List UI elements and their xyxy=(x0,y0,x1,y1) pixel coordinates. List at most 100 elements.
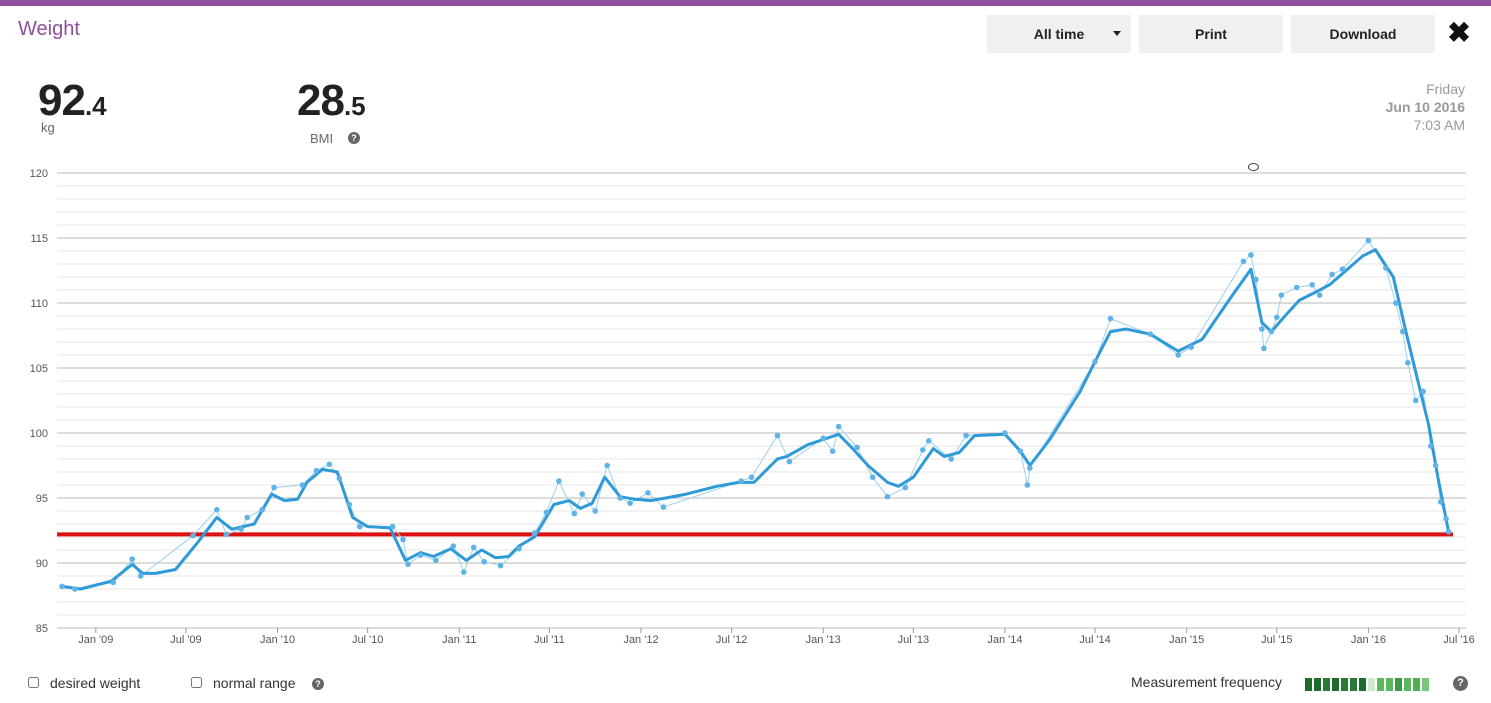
measurement-point[interactable] xyxy=(497,562,504,569)
measurement-point[interactable] xyxy=(1309,282,1315,288)
weight-chart[interactable]: 85 90 95 100 105 110 115 120 Jan '09 Jul '09 Jan '… xyxy=(0,150,1491,655)
measurement-point[interactable] xyxy=(543,509,550,516)
measurement-point[interactable] xyxy=(1278,292,1285,298)
measurement-point[interactable] xyxy=(1404,360,1411,366)
measurement-point[interactable] xyxy=(1147,331,1154,337)
measurement-point[interactable] xyxy=(1188,344,1194,350)
measurement-point[interactable] xyxy=(1017,448,1024,455)
measurement-point[interactable] xyxy=(1316,292,1323,298)
measurement-point[interactable] xyxy=(259,506,265,513)
measurement-point[interactable] xyxy=(129,556,135,562)
measurement-point[interactable] xyxy=(571,510,578,517)
measurement-point[interactable] xyxy=(238,526,245,532)
measurement-point[interactable] xyxy=(1445,529,1452,535)
measurement-point[interactable] xyxy=(1092,358,1098,365)
measurement-point[interactable] xyxy=(244,514,250,521)
measurement-point[interactable] xyxy=(299,482,306,488)
measurement-point[interactable] xyxy=(72,586,78,592)
measurement-point[interactable] xyxy=(925,438,932,444)
bmi-help-icon[interactable]: ? xyxy=(348,132,360,144)
measurement-point[interactable] xyxy=(617,495,623,501)
measurement-point[interactable] xyxy=(1024,482,1031,488)
measurement-point[interactable] xyxy=(470,544,477,551)
measurement-point[interactable] xyxy=(920,447,926,453)
measurement-point[interactable] xyxy=(190,532,196,539)
measurement-point[interactable] xyxy=(829,448,836,455)
measurement-point[interactable] xyxy=(963,432,969,439)
measurement-point[interactable] xyxy=(59,583,65,590)
measurement-point[interactable] xyxy=(346,501,353,508)
measurement-point[interactable] xyxy=(1443,516,1449,522)
measurement-point[interactable] xyxy=(748,474,755,481)
measurement-point[interactable] xyxy=(110,579,117,586)
frequency-help-icon[interactable]: ? xyxy=(1453,676,1468,691)
measurement-point[interactable] xyxy=(1175,352,1182,358)
measurement-point[interactable] xyxy=(356,523,363,530)
measurement-point[interactable] xyxy=(579,491,586,497)
measurement-point[interactable] xyxy=(948,456,954,462)
measurement-point[interactable] xyxy=(1274,314,1280,321)
measurement-point[interactable] xyxy=(481,558,487,565)
measurement-point[interactable] xyxy=(1002,430,1008,436)
measurement-point[interactable] xyxy=(1365,237,1372,244)
normal-range-help-icon[interactable]: ? xyxy=(312,678,324,690)
measurement-point[interactable] xyxy=(902,484,909,491)
measurement-point[interactable] xyxy=(869,474,876,481)
measurement-point[interactable] xyxy=(460,569,467,575)
measurement-point[interactable] xyxy=(214,506,220,513)
measurement-point[interactable] xyxy=(137,573,144,579)
measurement-point[interactable] xyxy=(271,484,277,491)
normal-range-checkbox[interactable] xyxy=(191,677,202,688)
measurement-point[interactable] xyxy=(1412,397,1419,404)
measurement-point[interactable] xyxy=(1253,276,1259,283)
measurement-point[interactable] xyxy=(450,543,457,549)
measurement-point[interactable] xyxy=(738,478,744,484)
measurement-point[interactable] xyxy=(336,475,343,482)
measurement-point[interactable] xyxy=(627,500,633,507)
measurement-point[interactable] xyxy=(1240,258,1247,265)
measurement-point[interactable] xyxy=(1383,265,1389,271)
measurement-point[interactable] xyxy=(854,444,860,451)
measurement-point[interactable] xyxy=(1259,326,1265,332)
measurement-point[interactable] xyxy=(417,552,424,558)
measurement-point[interactable] xyxy=(592,508,599,514)
measurement-point[interactable] xyxy=(433,557,439,564)
close-icon[interactable]: ✖ xyxy=(1446,18,1472,48)
measurement-point[interactable] xyxy=(223,531,230,538)
measurement-point[interactable] xyxy=(1427,443,1434,449)
measurement-point[interactable] xyxy=(774,432,781,439)
measurement-point[interactable] xyxy=(645,490,651,496)
measurement-point[interactable] xyxy=(556,478,562,484)
measurement-point[interactable] xyxy=(604,462,610,469)
measurement-point[interactable] xyxy=(660,504,667,510)
measurement-point[interactable] xyxy=(326,461,333,468)
measurement-point[interactable] xyxy=(1261,345,1267,352)
measurement-point[interactable] xyxy=(1392,300,1399,306)
time-range-select[interactable]: All time xyxy=(987,15,1131,53)
measurement-point[interactable] xyxy=(1248,252,1254,258)
measurement-point[interactable] xyxy=(531,530,538,536)
measurement-point[interactable] xyxy=(1027,465,1033,471)
measurement-point[interactable] xyxy=(1432,462,1439,469)
measurement-point[interactable] xyxy=(516,545,522,552)
measurement-point[interactable] xyxy=(820,435,827,442)
measurement-point[interactable] xyxy=(400,536,406,543)
measurement-point[interactable] xyxy=(1339,266,1346,272)
measurement-point[interactable] xyxy=(1107,315,1114,322)
measurement-point[interactable] xyxy=(1293,284,1300,291)
measurement-point[interactable] xyxy=(884,493,891,500)
desired-weight-checkbox[interactable] xyxy=(28,677,39,688)
download-button[interactable]: Download xyxy=(1291,15,1435,53)
measurement-point[interactable] xyxy=(835,423,842,430)
comment-bubble-icon[interactable] xyxy=(1247,163,1259,171)
measurement-point[interactable] xyxy=(389,523,396,530)
measurement-point[interactable] xyxy=(313,467,320,474)
print-button[interactable]: Print xyxy=(1139,15,1283,53)
measurement-point[interactable] xyxy=(1420,388,1426,395)
measurement-point[interactable] xyxy=(1399,328,1406,335)
measurement-point[interactable] xyxy=(786,458,793,465)
measurement-point[interactable] xyxy=(1437,499,1444,505)
measurement-point[interactable] xyxy=(1268,328,1275,335)
measurement-point[interactable] xyxy=(1329,271,1335,278)
measurement-point[interactable] xyxy=(405,561,411,568)
